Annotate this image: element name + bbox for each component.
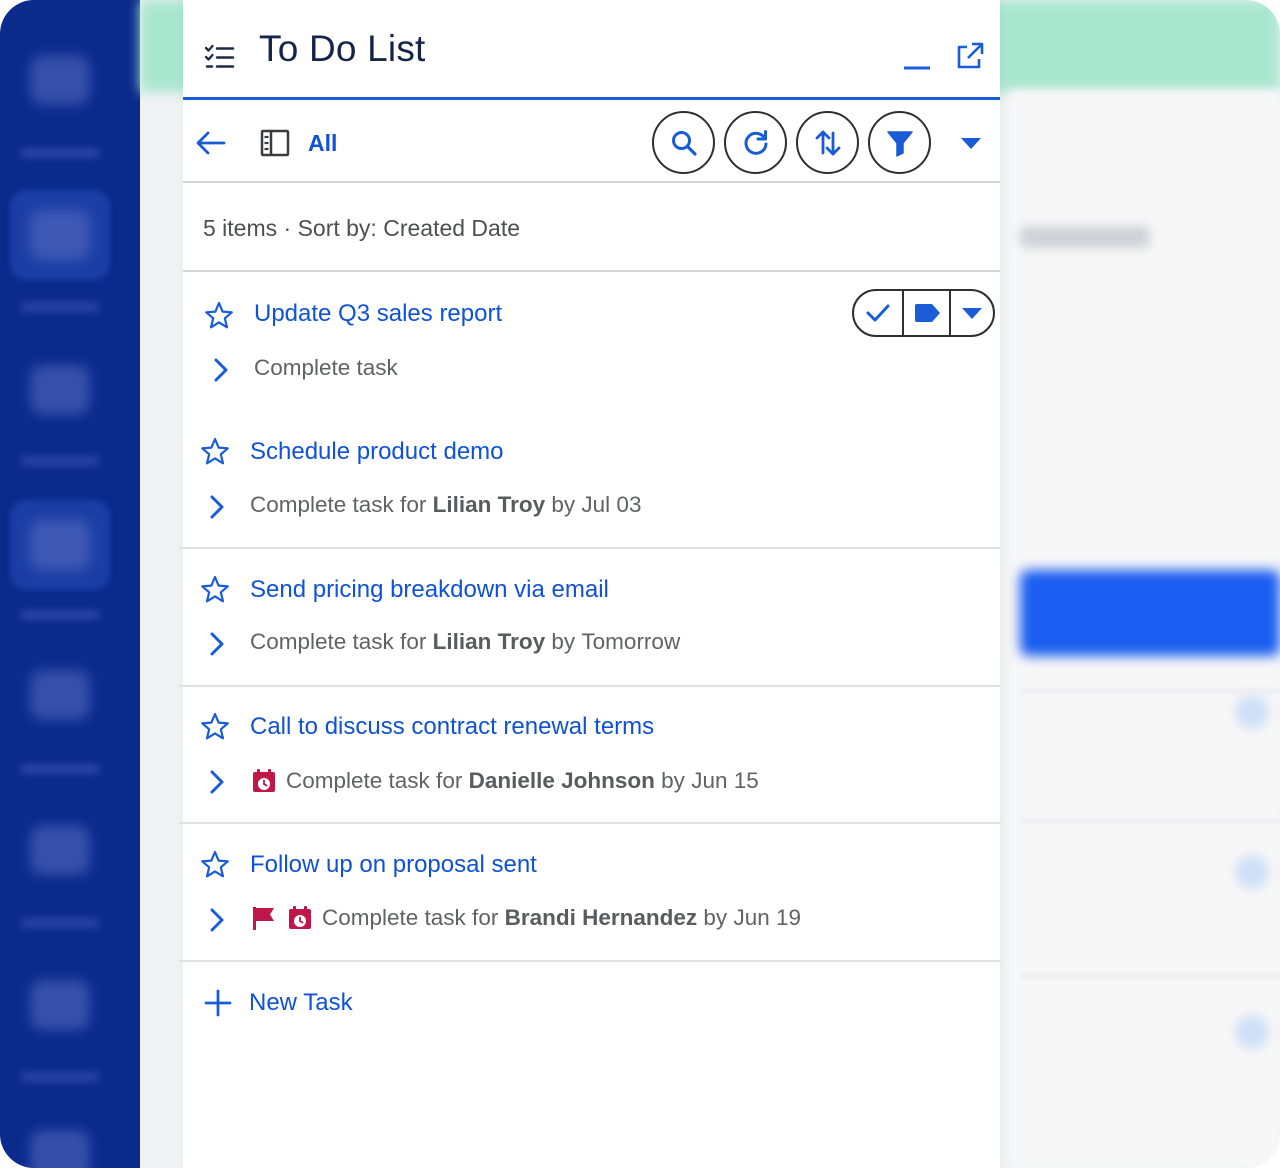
background-dot	[1235, 1015, 1269, 1049]
overdue-calendar-icon	[289, 906, 311, 929]
star-icon[interactable]	[203, 300, 235, 332]
task-meta: Complete task for Lilian Troy by Jul 03	[250, 492, 641, 518]
background-text	[1020, 226, 1150, 248]
panel-title: To Do List	[259, 28, 426, 69]
new-task-button[interactable]: New Task	[203, 988, 353, 1018]
task-meta-by: by	[661, 768, 685, 793]
minimize-icon[interactable]	[901, 40, 933, 72]
search-icon	[671, 130, 697, 156]
background-sidebar	[0, 0, 140, 1168]
task-meta-by: by	[703, 905, 728, 930]
chevron-right-icon[interactable]	[205, 630, 229, 658]
background-line	[1020, 975, 1280, 977]
todo-panel: To Do List All 5 items · Sort by: Create…	[179, 0, 1001, 1168]
panel-header: To Do List	[183, 0, 1000, 100]
star-icon[interactable]	[199, 436, 231, 468]
background-dot	[1235, 855, 1269, 889]
background-blue-bar	[1020, 570, 1280, 656]
row-divider	[179, 685, 1001, 687]
task-title[interactable]: Update Q3 sales report	[254, 300, 502, 328]
caret-down-icon	[962, 308, 982, 319]
refresh-icon	[744, 129, 767, 155]
task-due: Jun 15	[691, 768, 759, 793]
row-divider	[179, 822, 1001, 824]
checklist-icon	[204, 44, 235, 68]
chevron-right-icon[interactable]	[205, 906, 229, 934]
panel-toolbar: All	[183, 103, 1000, 183]
refresh-button[interactable]	[724, 111, 787, 174]
task-title[interactable]: Send pricing breakdown via email	[250, 576, 609, 604]
star-icon[interactable]	[199, 711, 231, 743]
sort-icon	[815, 130, 840, 155]
filter-button[interactable]	[868, 111, 931, 174]
task-contact[interactable]: Brandi Hernandez	[505, 905, 698, 931]
task-meta-prefix: Complete task for	[250, 492, 427, 517]
pop-out-icon[interactable]	[953, 40, 985, 72]
tag-icon	[914, 304, 940, 322]
task-due: Tomorrow	[581, 629, 681, 654]
task-title[interactable]: Schedule product demo	[250, 438, 504, 466]
task-contact[interactable]: Danielle Johnson	[469, 768, 655, 794]
task-title[interactable]: Follow up on proposal sent	[250, 851, 537, 879]
task-title[interactable]: Call to discuss contract renewal terms	[250, 713, 654, 741]
task-meta-prefix: Complete task for	[250, 629, 427, 654]
task-meta: Complete task for Brandi Hernandez by Ju…	[250, 904, 801, 932]
filter-icon	[886, 130, 913, 157]
row-divider	[179, 960, 1001, 962]
task-meta: Complete task	[254, 355, 398, 381]
back-arrow-icon[interactable]	[193, 125, 229, 161]
list-summary: 5 items · Sort by: Created Date	[183, 185, 1000, 272]
task-meta: Complete task for Lilian Troy by Tomorro…	[250, 629, 680, 655]
task-meta-by: by	[551, 492, 576, 517]
task-meta-prefix: Complete task for	[322, 905, 499, 930]
list-view-icon[interactable]	[259, 127, 291, 159]
caret-down-icon[interactable]	[959, 133, 983, 153]
task-meta-prefix: Complete task	[254, 355, 398, 380]
task-meta-prefix: Complete task for	[286, 768, 463, 793]
row-divider	[179, 547, 1001, 549]
task-contact[interactable]: Lilian Troy	[433, 492, 546, 518]
task-contact[interactable]: Lilian Troy	[433, 629, 546, 655]
task-due: Jun 19	[733, 905, 801, 930]
sort-button[interactable]	[796, 111, 859, 174]
more-actions-button[interactable]	[949, 291, 993, 335]
chevron-right-icon[interactable]	[205, 493, 229, 521]
priority-flag-icon	[253, 907, 274, 930]
complete-task-button[interactable]	[854, 291, 902, 335]
app-screen: To Do List All 5 items · Sort by: Create…	[0, 0, 1280, 1168]
chevron-right-icon[interactable]	[205, 768, 229, 796]
tag-task-button[interactable]	[902, 291, 949, 335]
view-filter-all[interactable]: All	[308, 130, 337, 157]
star-icon[interactable]	[199, 849, 231, 881]
overdue-calendar-icon	[253, 769, 275, 792]
check-icon	[866, 304, 890, 322]
search-button[interactable]	[652, 111, 715, 174]
chevron-right-icon[interactable]	[209, 356, 233, 384]
star-icon[interactable]	[199, 574, 231, 606]
summary-text: 5 items · Sort by: Created Date	[203, 215, 521, 241]
new-task-label: New Task	[249, 989, 353, 1016]
task-due: Jul 03	[581, 492, 642, 517]
task-action-group	[852, 289, 995, 337]
task-meta-by: by	[551, 629, 576, 654]
plus-icon	[204, 989, 232, 1017]
background-line	[1020, 690, 1280, 692]
background-dot	[1235, 695, 1269, 729]
background-line	[1020, 820, 1280, 822]
task-meta: Complete task for Danielle Johnson by Ju…	[250, 767, 759, 795]
